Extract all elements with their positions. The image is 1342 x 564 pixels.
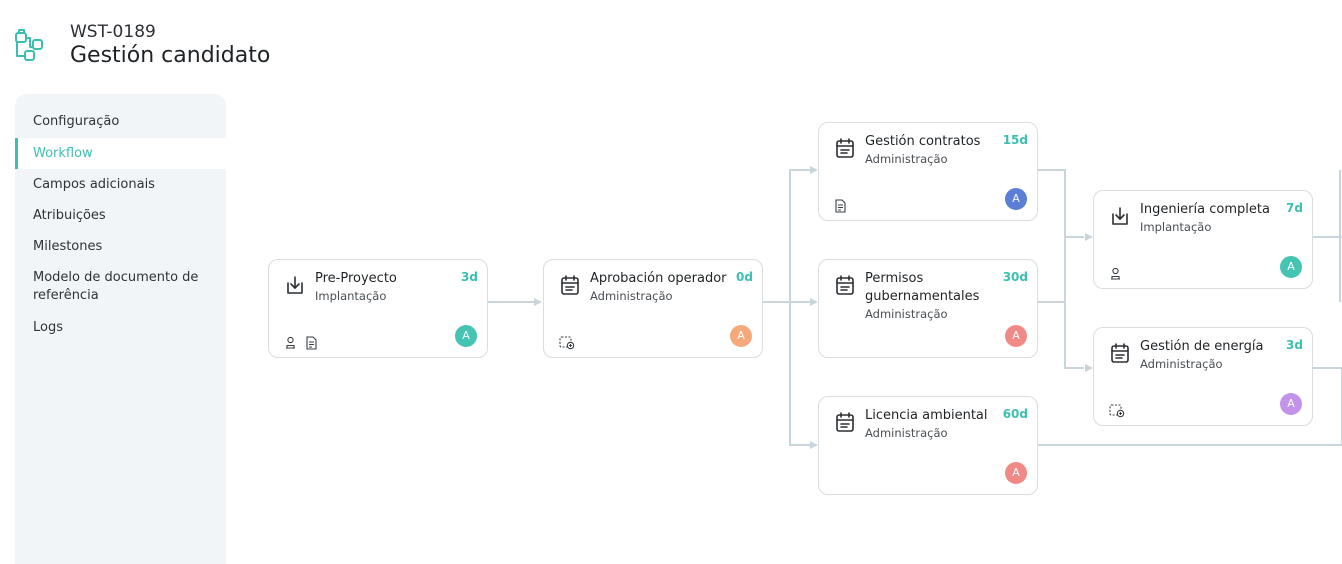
- download-icon: [284, 274, 306, 296]
- document-icon[interactable]: [305, 335, 318, 350]
- assignee-avatar[interactable]: A: [1005, 325, 1027, 347]
- sidebar-item-configuracao[interactable]: Configuração: [15, 113, 226, 131]
- sidebar-item-modelo-documento[interactable]: Modelo de documento de referência: [15, 269, 205, 305]
- node-duration: 3d: [1286, 338, 1303, 352]
- workflow-logo-icon: [15, 29, 43, 61]
- node-duration: 0d: [736, 270, 753, 284]
- node-subtitle: Administração: [590, 289, 673, 303]
- workflow-code: WST-0189: [70, 22, 156, 42]
- node-title: Ingeniería completa Implantação: [1140, 201, 1280, 236]
- assignee-avatar[interactable]: A: [1005, 462, 1027, 484]
- assignee-avatar[interactable]: A: [1280, 393, 1302, 415]
- node-title: Aprobación operador Administração: [590, 270, 730, 305]
- node-subtitle: Implantação: [315, 289, 387, 303]
- user-stamp-icon[interactable]: [1109, 266, 1122, 280]
- node-title: Gestión contratos Administração: [865, 133, 1005, 168]
- workflow-node[interactable]: Pre-Proyecto Implantação 3d A: [268, 259, 488, 358]
- node-duration: 60d: [1002, 407, 1028, 421]
- assignee-avatar[interactable]: A: [730, 325, 752, 347]
- node-title: Gestión de energía Administração: [1140, 338, 1280, 373]
- node-duration: 30d: [1002, 270, 1028, 284]
- sidebar-item-milestones[interactable]: Milestones: [15, 238, 226, 256]
- add-frame-icon[interactable]: [559, 335, 575, 350]
- document-icon[interactable]: [834, 198, 847, 213]
- sidebar-item-atribuicoes[interactable]: Atribuições: [15, 207, 226, 225]
- node-footer-icons: [1109, 266, 1122, 280]
- user-stamp-icon[interactable]: [284, 335, 297, 349]
- node-footer-icons: [559, 335, 575, 350]
- settings-sidebar: Configuração Workflow Campos adicionais …: [15, 94, 226, 564]
- node-title: Pre-Proyecto Implantação: [315, 270, 455, 305]
- node-subtitle: Administração: [865, 426, 948, 440]
- download-icon: [1109, 205, 1131, 227]
- add-frame-icon[interactable]: [1109, 403, 1125, 418]
- node-footer-icons: [284, 335, 318, 350]
- workflow-node[interactable]: Aprobación operador Administração 0d A: [543, 259, 763, 358]
- workflow-node[interactable]: Gestión contratos Administração 15d A: [818, 122, 1038, 221]
- node-subtitle: Administração: [865, 307, 948, 321]
- node-subtitle: Administração: [1140, 357, 1223, 371]
- workflow-node[interactable]: Ingeniería completa Implantação 7d A: [1093, 190, 1313, 289]
- node-duration: 3d: [461, 270, 478, 284]
- page-title: Gestión candidato: [70, 43, 271, 68]
- calendar-icon: [834, 411, 856, 433]
- node-duration: 15d: [1002, 133, 1028, 147]
- sidebar-item-logs[interactable]: Logs: [15, 319, 226, 337]
- calendar-icon: [834, 274, 856, 296]
- node-subtitle: Implantação: [1140, 220, 1212, 234]
- calendar-icon: [834, 137, 856, 159]
- node-subtitle: Administração: [865, 152, 948, 166]
- workflow-node[interactable]: Permisos gubernamentales Administração 30d…: [818, 259, 1038, 358]
- node-footer-icons: [834, 198, 847, 213]
- assignee-avatar[interactable]: A: [455, 325, 477, 347]
- workflow-node[interactable]: Gestión de energía Administração 3d A: [1093, 327, 1313, 426]
- sidebar-item-workflow[interactable]: Workflow: [15, 138, 226, 169]
- node-footer-icons: [1109, 403, 1125, 418]
- calendar-icon: [559, 274, 581, 296]
- assignee-avatar[interactable]: A: [1280, 256, 1302, 278]
- node-duration: 7d: [1286, 201, 1303, 215]
- assignee-avatar[interactable]: A: [1005, 188, 1027, 210]
- node-title: Permisos gubernamentales Administração: [865, 270, 1005, 323]
- workflow-node[interactable]: Licencia ambiental Administração 60d A: [818, 396, 1038, 495]
- calendar-icon: [1109, 342, 1131, 364]
- node-title: Licencia ambiental Administração: [865, 407, 1005, 442]
- page-header: WST-0189 Gestión candidato: [14, 22, 414, 72]
- sidebar-item-campos-adicionais[interactable]: Campos adicionais: [15, 176, 226, 194]
